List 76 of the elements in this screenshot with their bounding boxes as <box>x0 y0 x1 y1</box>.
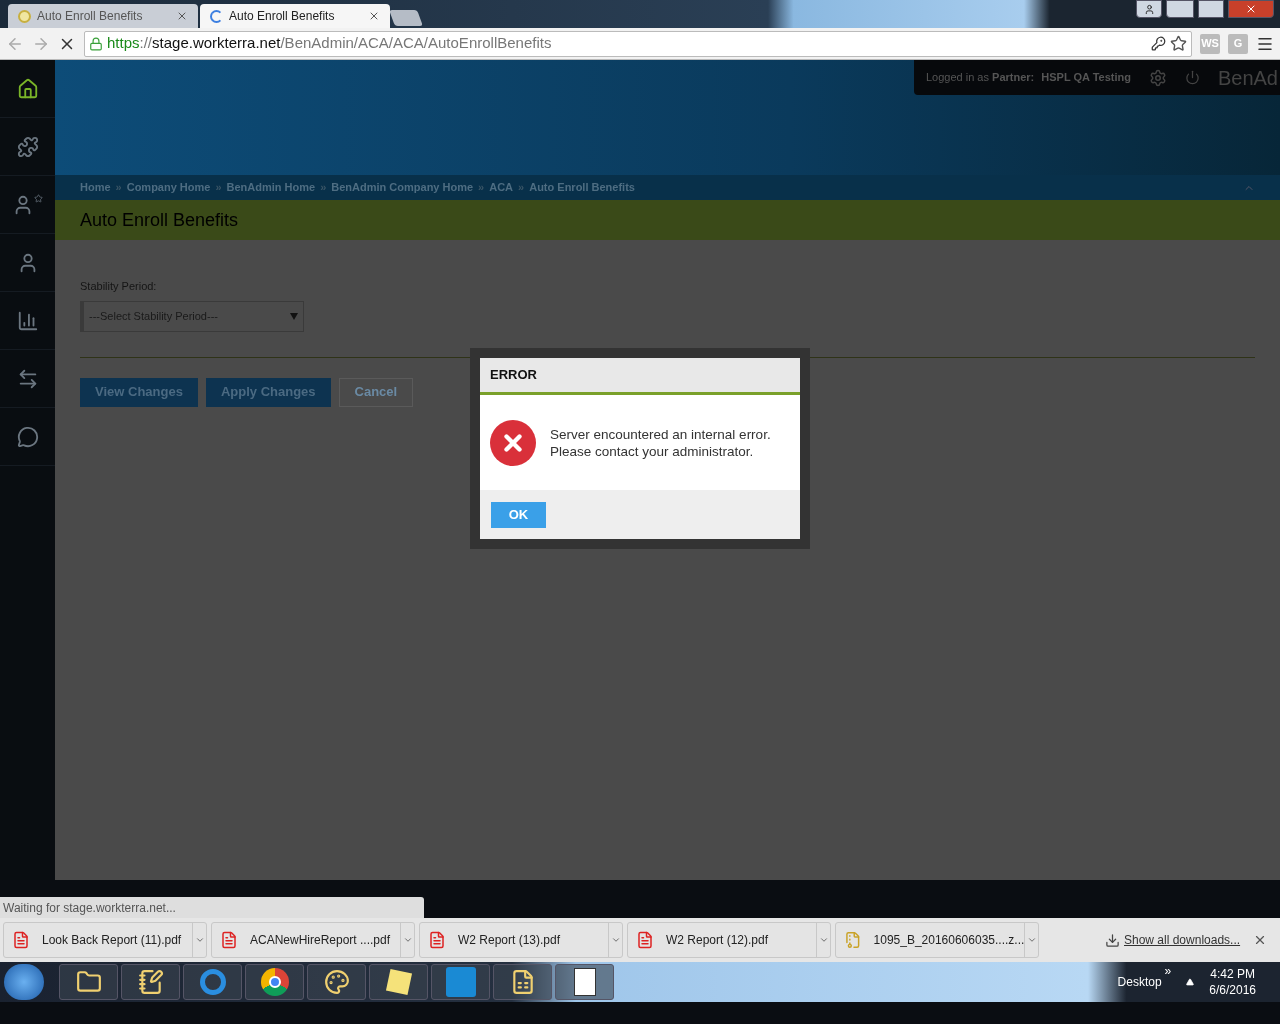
toolbar-overflow[interactable]: » <box>1164 962 1172 980</box>
profile-button[interactable] <box>1136 0 1162 18</box>
desktop-label: Desktop <box>1117 974 1162 991</box>
taskbar-app-icon[interactable] <box>307 964 366 1000</box>
breadcrumb-separator: » <box>115 180 122 196</box>
taskbar-app-icon[interactable] <box>121 964 180 1000</box>
lock-icon <box>89 36 103 51</box>
download-icon <box>1105 932 1120 948</box>
breadcrumb-link[interactable]: Auto Enroll Benefits <box>529 179 635 196</box>
pdf-file-icon <box>636 931 654 949</box>
close-icon <box>1245 3 1257 15</box>
action-button[interactable]: Cancel <box>338 377 414 407</box>
logged-in-text: Logged in as Partner: HSPL QA Testing <box>926 70 1131 86</box>
url-text: https://stage.workterra.net/BenAdmin/ACA/ACA/AutoEnrollBenefits <box>107 33 552 54</box>
user-icon <box>1143 3 1155 15</box>
breadcrumb-link[interactable]: Home <box>80 179 111 196</box>
ok-button[interactable]: OK <box>491 501 546 528</box>
browser-tab[interactable]: Auto Enroll Benefits <box>200 4 390 28</box>
pdf-file-icon <box>428 931 446 949</box>
tab-title: Auto Enroll Benefits <box>37 8 144 25</box>
taskbar-app-icon[interactable] <box>493 964 552 1000</box>
breadcrumb-link[interactable]: BenAdmin Home <box>226 179 316 196</box>
tray-expand-icon[interactable] <box>1186 978 1195 986</box>
taskbar-app-icon[interactable] <box>369 964 428 1000</box>
caret-icon[interactable] <box>402 935 413 945</box>
pdf-file-icon <box>12 931 30 949</box>
error-icon <box>490 419 536 466</box>
action-button[interactable]: Apply Changes <box>205 377 331 407</box>
download-item[interactable]: 1095_B_20160606035....z... <box>835 922 1039 958</box>
download-item[interactable]: ACANewHireReport ....pdf <box>211 922 415 958</box>
page-title: Auto Enroll Benefits <box>80 208 239 232</box>
home-icon[interactable] <box>16 77 39 100</box>
taskbar-app-icon[interactable] <box>59 964 118 1000</box>
dialog-title: ERROR <box>490 366 537 385</box>
breadcrumb-link[interactable]: ACA <box>489 179 514 196</box>
download-item[interactable]: Look Back Report (11).pdf <box>3 922 207 958</box>
extension-button[interactable]: WS <box>1200 33 1220 54</box>
pdf-file-icon <box>220 931 238 949</box>
breadcrumb-separator: » <box>320 180 327 196</box>
breadcrumb-link[interactable]: BenAdmin Company Home <box>331 179 474 196</box>
taskbar-app-icon[interactable] <box>245 964 304 1000</box>
breadcrumb-separator: » <box>215 180 222 196</box>
taskbar-app-icon[interactable] <box>555 964 614 1000</box>
caret-icon[interactable] <box>818 935 829 945</box>
action-button[interactable]: View Changes <box>80 377 198 407</box>
bookmark-star-icon[interactable] <box>1170 35 1187 52</box>
start-button[interactable] <box>4 964 44 1000</box>
puzzle-icon[interactable] <box>16 135 39 158</box>
breadcrumb-separator: » <box>518 180 525 196</box>
download-item[interactable]: W2 Report (12).pdf <box>627 922 831 958</box>
show-all-downloads-link[interactable]: Show all downloads... <box>1124 931 1241 949</box>
breadcrumb-separator: » <box>478 180 485 196</box>
new-tab-button[interactable] <box>389 10 423 26</box>
breadcrumb-link[interactable]: Company Home <box>126 179 211 196</box>
caret-icon[interactable] <box>194 935 205 945</box>
tab-title: Auto Enroll Benefits <box>229 8 336 25</box>
chat-bubble-icon[interactable] <box>16 425 39 448</box>
bar-chart-icon[interactable] <box>16 309 39 332</box>
zip-file-icon <box>844 931 862 949</box>
clock[interactable]: 4:42 PM 6/6/2016 <box>1209 966 1256 998</box>
caret-icon[interactable] <box>610 935 621 945</box>
caret-icon[interactable] <box>1026 935 1037 945</box>
download-item[interactable]: W2 Report (13).pdf <box>419 922 623 958</box>
caret-icon <box>290 312 298 320</box>
key-icon[interactable] <box>1151 36 1166 51</box>
status-bubble: Waiting for stage.workterra.net... <box>0 897 424 918</box>
address-bar[interactable]: https://stage.workterra.net/BenAdmin/ACA/ACA/AutoEnrollBenefits <box>84 30 1192 57</box>
restore-button[interactable] <box>1198 0 1224 18</box>
error-message: Server encountered an internal error. Please contact your administrator. <box>550 425 771 460</box>
brand-logo: BenAd <box>1217 65 1278 91</box>
browser-tab[interactable]: Auto Enroll Benefits <box>8 4 198 28</box>
close-icon[interactable] <box>368 10 380 22</box>
close-icon[interactable] <box>176 10 188 22</box>
extension-button[interactable]: G <box>1228 33 1248 54</box>
minimize-button[interactable] <box>1166 0 1194 18</box>
close-icon[interactable] <box>1253 933 1267 947</box>
